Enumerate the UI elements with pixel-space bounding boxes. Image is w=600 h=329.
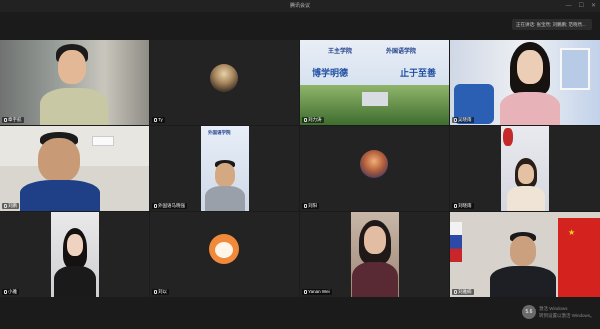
participant-name: 刘以 <box>152 289 169 295</box>
speaking-notice: 正在讲话: 张宝然; 刘鹏鹏; 范晓然... <box>512 19 592 30</box>
participant-avatar <box>360 150 388 178</box>
participant-video <box>20 130 100 211</box>
window-frame <box>560 48 590 90</box>
banner-right-logo: 外国语学院 <box>386 49 417 55</box>
mic-icon <box>154 290 157 294</box>
video-tile[interactable]: 刘阳 <box>300 126 449 211</box>
mic-icon <box>4 290 7 294</box>
activation-watermark: 5.6 激活 Windows 转到设置以激活 Windows。 <box>522 303 595 323</box>
flag-china <box>558 218 600 297</box>
video-grid: 章宇航 Ty 王主学院 外国语学院 博学明德 止于至善 刘力涛 吴晓雨 刘鹏 外… <box>0 40 600 297</box>
mic-icon <box>4 118 7 122</box>
mic-icon <box>454 290 457 294</box>
video-tile[interactable]: Ty <box>150 40 299 125</box>
video-tile[interactable]: 外国语学院 外国语马晓强 <box>150 126 299 211</box>
participant-video <box>498 40 562 125</box>
mic-icon <box>454 204 457 208</box>
window-title: 腾讯会议 <box>289 3 310 9</box>
title-bar: 腾讯会议 — ☐ ✕ <box>0 0 600 12</box>
mic-icon <box>154 204 157 208</box>
participant-video <box>54 226 96 297</box>
participant-name: 刘雅楠 <box>452 289 474 295</box>
banner-left-logo: 王主学院 <box>328 49 353 55</box>
video-tile[interactable]: 刘晓雨 <box>450 126 600 211</box>
maximize-icon[interactable]: ☐ <box>579 0 584 12</box>
video-tile[interactable]: 小雅 <box>0 212 149 297</box>
participant-video <box>352 218 398 297</box>
participant-name: 刘阳 <box>302 203 319 209</box>
meeting-window: 腾讯会议 — ☐ ✕ 正在讲话: 张宝然; 刘鹏鹏; 范晓然... 章宇航 Ty… <box>0 0 600 329</box>
banner-logo: 外国语学院 <box>208 130 231 135</box>
flag-star: ★ <box>568 228 576 237</box>
bottom-area <box>0 297 600 329</box>
mic-icon <box>304 118 307 122</box>
participant-name: 刘鹏 <box>2 203 19 209</box>
video-tile[interactable]: 刘以 <box>150 212 299 297</box>
flag-russia <box>450 222 462 262</box>
mic-icon <box>4 204 7 208</box>
video-tile[interactable]: 吴晓雨 <box>450 40 600 125</box>
mic-icon <box>304 204 307 208</box>
mic-icon <box>304 290 307 294</box>
red-decoration <box>503 128 513 146</box>
banner-right-slogan: 止于至善 <box>400 68 437 78</box>
video-tile[interactable]: 王主学院 外国语学院 博学明德 止于至善 刘力涛 <box>300 40 449 125</box>
participant-name: 小雅 <box>2 289 19 295</box>
mic-icon <box>154 118 157 122</box>
video-tile[interactable]: 章宇航 <box>0 40 149 125</box>
participant-name: Ty <box>152 117 165 123</box>
participant-name: 外国语马晓强 <box>152 203 187 209</box>
close-icon[interactable]: ✕ <box>591 0 596 12</box>
minimize-icon[interactable]: — <box>566 0 572 12</box>
watermark-line1: 激活 Windows <box>539 306 568 311</box>
participant-name: 章宇航 <box>2 117 24 123</box>
video-tile[interactable]: 刘鹏 <box>0 126 149 211</box>
participant-name: Yanan Wei <box>302 289 332 295</box>
video-tile[interactable]: Yanan Wei <box>300 212 449 297</box>
participant-video <box>205 156 245 211</box>
participant-video <box>40 40 110 125</box>
participant-video <box>507 156 545 211</box>
banner-building <box>362 92 388 106</box>
mic-icon <box>454 118 457 122</box>
watermark-line2: 转到设置以激活 Windows。 <box>539 313 595 318</box>
avatar-face <box>215 242 233 258</box>
video-tile[interactable]: ★ 刘雅楠 <box>450 212 600 297</box>
banner-left-slogan: 博学明德 <box>312 68 349 78</box>
participant-name: 刘力涛 <box>302 117 324 123</box>
participant-name: 吴晓雨 <box>452 117 474 123</box>
participant-video <box>490 232 556 297</box>
participant-avatar <box>210 64 238 92</box>
window-controls: — ☐ ✕ <box>566 0 596 12</box>
badge-icon: 5.6 <box>522 305 536 319</box>
participant-name: 刘晓雨 <box>452 203 474 209</box>
